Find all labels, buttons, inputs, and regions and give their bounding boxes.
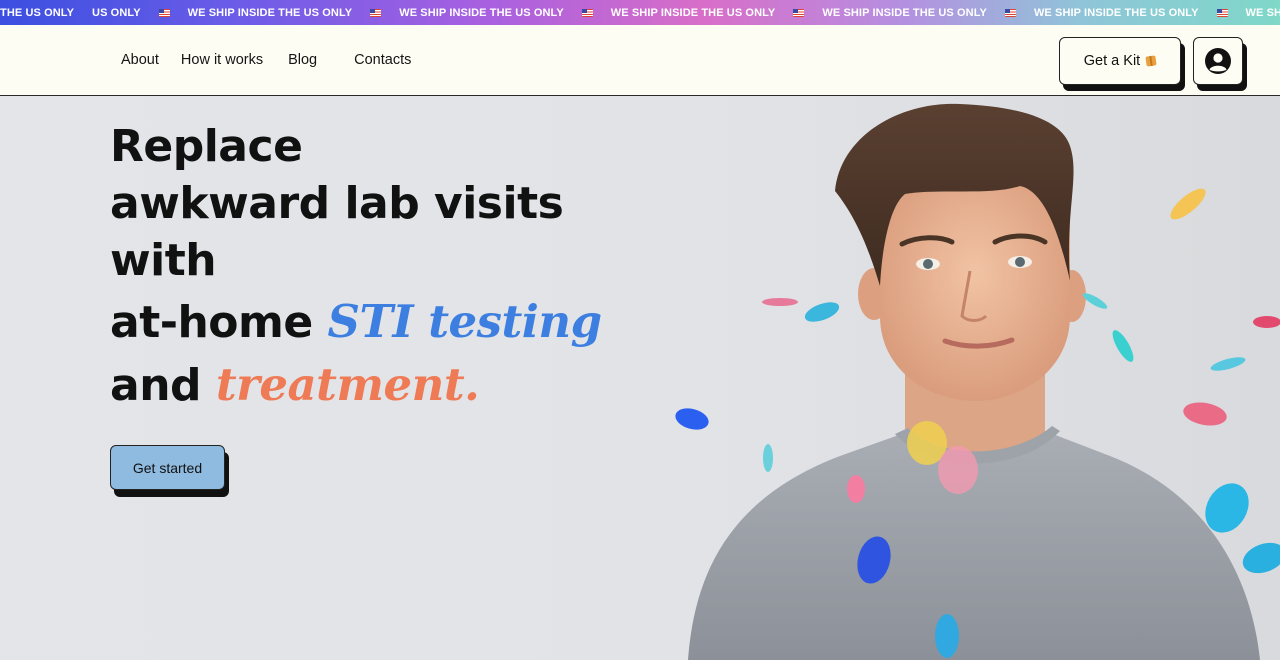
us-flag-icon (370, 8, 382, 17)
banner-item: WE SHIP INSIDE THE US ONL (1245, 6, 1280, 19)
headline-accent-treatment: treatment. (215, 358, 480, 411)
nav-link-how-it-works[interactable]: How it works (181, 52, 263, 68)
us-flag-icon (793, 8, 805, 17)
headline-accent-sti-testing: STI testing (327, 295, 603, 348)
nav-link-contacts[interactable]: Contacts (354, 52, 411, 68)
headline-line-5: and treatment. (110, 356, 650, 414)
nav-link-blog[interactable]: Blog (288, 52, 317, 68)
headline-line-5-prefix: and (110, 360, 216, 411)
headline-line-4-prefix: at-home (110, 297, 328, 348)
headline-line-3: with (110, 235, 217, 286)
shipping-banner: THE US ONLY US ONLY WE SHIP INSIDE THE U… (0, 0, 1280, 25)
us-flag-icon (1216, 8, 1228, 17)
hero-headline: Replace awkward lab visits with at-home … (110, 118, 650, 414)
us-flag-icon (1004, 8, 1016, 17)
main-nav: About How it works Blog Contacts (121, 25, 411, 95)
headline-line-4: at-home STI testing (110, 293, 650, 351)
nav-link-about[interactable]: About (121, 52, 159, 68)
headline-line-1: Replace (110, 121, 303, 172)
hero-photo (675, 103, 1280, 660)
headline-line-2: awkward lab visits (110, 178, 564, 229)
banner-item: WE SHIP INSIDE THE US ONLY (610, 6, 776, 19)
package-icon (1145, 55, 1157, 67)
banner-item: WE SHIP INSIDE THE US ONLY (187, 6, 353, 19)
get-kit-label: Get a Kit (1083, 53, 1141, 69)
banner-item: US ONLY (92, 6, 141, 19)
hero-section: Replace awkward lab visits with at-home … (0, 96, 1280, 660)
get-started-button[interactable]: Get started (110, 445, 225, 490)
banner-track: THE US ONLY US ONLY WE SHIP INSIDE THE U… (0, 0, 1280, 25)
banner-item: WE SHIP INSIDE THE US ONLY (822, 6, 987, 19)
banner-item: WE SHIP INSIDE THE US ONLY (399, 6, 564, 19)
banner-item: WE SHIP INSIDE THE US ONLY (1033, 6, 1199, 19)
get-kit-button[interactable]: Get a Kit (1059, 37, 1181, 85)
us-flag-icon (581, 8, 593, 17)
us-flag-icon (158, 8, 170, 17)
user-circle-icon (1205, 48, 1231, 74)
site-header: About How it works Blog Contacts Get a K… (0, 25, 1280, 96)
banner-item: THE US ONLY (0, 6, 75, 19)
account-button[interactable] (1193, 37, 1243, 85)
